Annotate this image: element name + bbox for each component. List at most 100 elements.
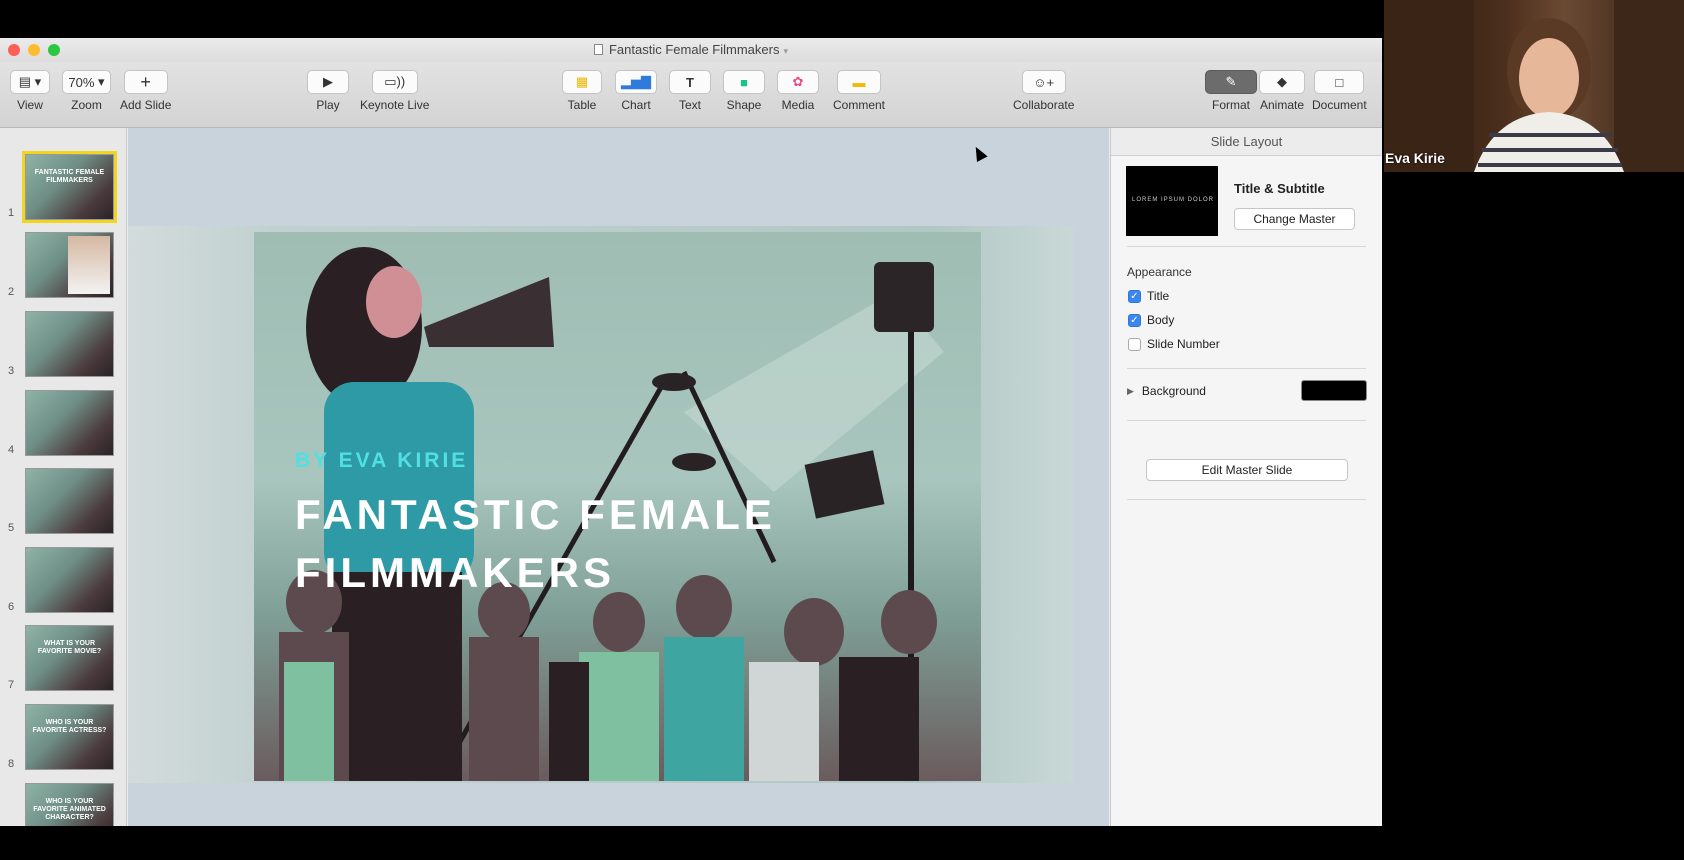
slide-thumbnail[interactable] <box>25 390 114 456</box>
format-inspector: Slide Layout LOREM IPSUM DOLOR Title & S… <box>1110 128 1382 826</box>
slide-number: 6 <box>8 601 15 613</box>
shape-tool[interactable]: ■ Shape <box>723 70 765 112</box>
divider <box>1127 420 1366 421</box>
slide-thumbnail[interactable] <box>25 468 114 534</box>
animate-icon[interactable]: ◆ <box>1259 70 1305 94</box>
slide-title-line-2: FILMMAKERS <box>295 549 615 596</box>
slide-thumbnail[interactable]: WHO IS YOUR FAVORITE ACTRESS? <box>25 704 114 770</box>
media-tool[interactable]: ✿ Media <box>777 70 819 112</box>
title-checkbox-row[interactable]: ✓ Title <box>1128 289 1169 303</box>
chart-tool[interactable]: ▂▅▇ Chart <box>615 70 657 112</box>
slide-thumbnail-title: FANTASTIC FEMALE FILMMAKERS <box>34 169 105 184</box>
slide-navigator: FANTASTIC FEMALE FILMMAKERS 1 2 3 4 5 6 … <box>0 128 127 826</box>
slide-thumbnail[interactable]: FANTASTIC FEMALE FILMMAKERS <box>22 151 117 223</box>
appearance-heading: Appearance <box>1127 265 1192 279</box>
document-tool[interactable]: □ Document <box>1312 70 1367 112</box>
title-checkbox[interactable]: ✓ <box>1128 289 1141 303</box>
keynote-live-tool[interactable]: ▭)) Keynote Live <box>360 70 429 112</box>
collaborate-tool[interactable]: ☺+ Collaborate <box>1013 70 1074 112</box>
shape-icon[interactable]: ■ <box>723 70 765 94</box>
document-panel-icon[interactable]: □ <box>1314 70 1365 94</box>
divider <box>1127 499 1366 500</box>
keynote-live-icon[interactable]: ▭)) <box>371 70 418 94</box>
zoom-label: Zoom <box>71 98 102 112</box>
media-icon[interactable]: ✿ <box>777 70 819 94</box>
slide-title[interactable]: FANTASTIC FEMALE FILMMAKERS <box>295 486 855 602</box>
slide-number: 8 <box>8 758 15 770</box>
slide-thumbnail[interactable]: WHAT IS YOUR FAVORITE MOVIE? <box>25 625 114 691</box>
comment-icon[interactable]: ▬ <box>837 70 881 94</box>
screen: Fantastic Female Filmmakers ▾ ▤ ▾ View 70… <box>0 0 1684 860</box>
change-master-button[interactable]: Change Master <box>1234 208 1355 230</box>
format-label: Format <box>1211 98 1250 112</box>
play-label: Play <box>316 98 340 112</box>
background-row[interactable]: ▶ Background <box>1127 384 1206 398</box>
slide-number-checkbox-row[interactable]: Slide Number <box>1128 337 1220 351</box>
slide-thumbnail[interactable] <box>25 311 114 377</box>
slide-title-line-1: FANTASTIC FEMALE <box>295 491 776 538</box>
paintbrush-icon[interactable]: ✎ <box>1205 70 1257 94</box>
animate-tool[interactable]: ◆ Animate <box>1259 70 1305 112</box>
slide-thumbnail-title: WHO IS YOUR FAVORITE ACTRESS? <box>32 719 107 734</box>
view-icon[interactable]: ▤ ▾ <box>10 70 50 94</box>
play-icon[interactable]: ▶ <box>307 70 349 94</box>
add-slide-tool[interactable]: + Add Slide <box>120 70 171 112</box>
format-tool[interactable]: ✎ Format <box>1205 70 1257 112</box>
table-tool[interactable]: ▦ Table <box>562 70 602 112</box>
document-icon <box>593 44 603 55</box>
text-tool[interactable]: T Text <box>669 70 711 112</box>
plus-icon[interactable]: + <box>123 70 168 94</box>
slide-subtitle[interactable]: BY EVA KIRIE <box>295 449 468 473</box>
inspector-header: Slide Layout <box>1111 128 1382 156</box>
document-title[interactable]: Fantastic Female Filmmakers ▾ <box>0 42 1382 57</box>
view-label: View <box>17 98 43 112</box>
zoom-select[interactable]: 70% ▾ <box>62 70 111 94</box>
slide-thumbnail-title: WHAT IS YOUR FAVORITE MOVIE? <box>37 640 102 655</box>
toolbar: ▤ ▾ View 70% ▾ Zoom + Add Slide ▶ Play ▭… <box>0 62 1382 128</box>
text-icon[interactable]: T <box>669 70 711 94</box>
slide-number-checkbox-label: Slide Number <box>1147 337 1220 351</box>
play-tool[interactable]: ▶ Play <box>307 70 349 112</box>
table-icon[interactable]: ▦ <box>562 70 602 94</box>
slide-thumbnail[interactable]: WHO IS YOUR FAVORITE ANIMATED CHARACTER? <box>25 783 114 826</box>
webcam-feed <box>1384 0 1684 172</box>
slide-number: 1 <box>8 207 15 219</box>
animate-label: Animate <box>1259 98 1305 112</box>
slide-thumbnail[interactable] <box>25 547 114 613</box>
add-slide-label: Add Slide <box>120 98 172 112</box>
comment-label: Comment <box>833 98 886 112</box>
chevron-down-icon: ▾ <box>783 46 788 56</box>
collaborate-label: Collaborate <box>1013 98 1075 112</box>
shape-label: Shape <box>726 98 762 112</box>
zoom-tool[interactable]: 70% ▾ Zoom <box>62 70 111 112</box>
divider <box>1127 246 1366 247</box>
keynote-window: Fantastic Female Filmmakers ▾ ▤ ▾ View 70… <box>0 38 1382 826</box>
slide-canvas[interactable]: BY EVA KIRIE FANTASTIC FEMALE FILMMAKERS <box>128 128 1109 826</box>
slide-thumbnail-title: WHO IS YOUR FAVORITE ANIMATED CHARACTER? <box>33 798 106 821</box>
background-color-well[interactable] <box>1301 380 1367 401</box>
slide-number-checkbox[interactable] <box>1128 337 1141 351</box>
current-slide[interactable]: BY EVA KIRIE FANTASTIC FEMALE FILMMAKERS <box>254 232 981 781</box>
body-checkbox[interactable]: ✓ <box>1128 313 1141 327</box>
master-name: Title & Subtitle <box>1234 181 1325 196</box>
participant-name: Eva Kirie <box>1385 150 1445 166</box>
slide-number: 4 <box>8 444 15 456</box>
slide-thumbnail[interactable] <box>25 232 114 298</box>
text-label: Text <box>678 98 701 112</box>
document-title-text: Fantastic Female Filmmakers <box>608 42 780 57</box>
edit-master-slide-button[interactable]: Edit Master Slide <box>1146 459 1348 481</box>
body-checkbox-row[interactable]: ✓ Body <box>1128 313 1174 327</box>
master-preview[interactable]: LOREM IPSUM DOLOR <box>1126 166 1218 236</box>
chart-icon[interactable]: ▂▅▇ <box>615 70 657 94</box>
keynote-live-label: Keynote Live <box>360 98 430 112</box>
slide-photo <box>68 236 110 294</box>
disclosure-triangle-icon[interactable]: ▶ <box>1127 386 1134 397</box>
comment-tool[interactable]: ▬ Comment <box>833 70 885 112</box>
slide-number: 2 <box>8 286 15 298</box>
body-checkbox-label: Body <box>1147 313 1175 327</box>
collaborate-icon[interactable]: ☺+ <box>1021 70 1066 94</box>
title-checkbox-label: Title <box>1147 289 1170 303</box>
chart-label: Chart <box>621 98 651 112</box>
view-tool[interactable]: ▤ ▾ View <box>10 70 50 112</box>
slide-number: 7 <box>8 679 15 691</box>
